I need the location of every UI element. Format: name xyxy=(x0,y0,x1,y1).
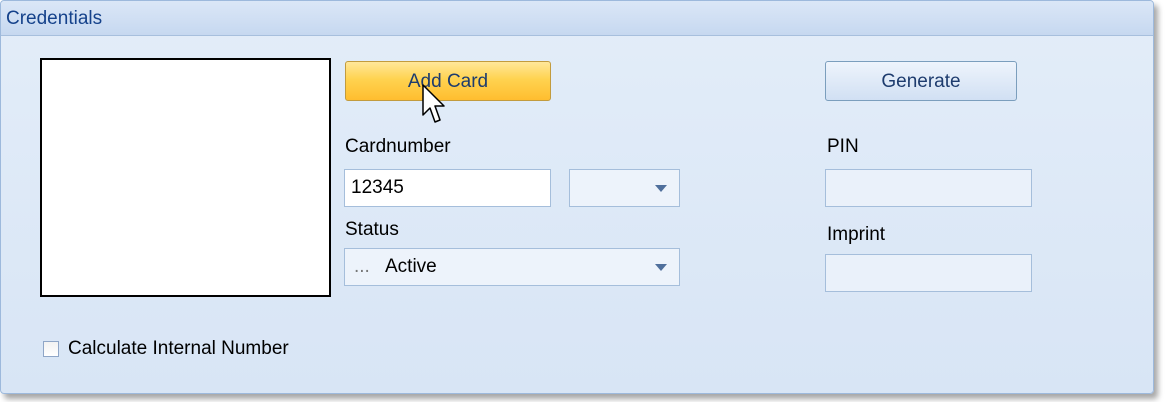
pin-input[interactable] xyxy=(825,169,1032,207)
pin-label: PIN xyxy=(827,136,859,157)
imprint-label: Imprint xyxy=(827,224,886,245)
status-prefix: ... xyxy=(354,256,370,277)
cardnumber-label: Cardnumber xyxy=(345,136,451,157)
chevron-down-icon xyxy=(655,264,667,271)
generate-button[interactable]: Generate xyxy=(825,61,1017,101)
status-dropdown[interactable]: ... Active xyxy=(344,248,680,286)
chevron-down-icon xyxy=(655,185,667,192)
cardnumber-input[interactable]: 12345 xyxy=(344,169,551,207)
add-card-button[interactable]: Add Card xyxy=(345,61,551,101)
calculate-internal-number-checkbox[interactable] xyxy=(43,341,59,357)
panel-title: Credentials xyxy=(6,8,103,29)
imprint-input[interactable] xyxy=(825,254,1032,292)
status-value: Active xyxy=(385,256,437,277)
status-label: Status xyxy=(345,219,399,240)
panel-header: Credentials xyxy=(1,1,1153,36)
cardnumber-type-dropdown[interactable] xyxy=(569,169,680,207)
card-photo-area xyxy=(40,58,331,297)
credentials-panel: Credentials Add Card Generate Cardnumber… xyxy=(0,0,1154,394)
mouse-pointer-icon xyxy=(422,84,445,123)
calculate-internal-number-label[interactable]: Calculate Internal Number xyxy=(68,338,289,360)
